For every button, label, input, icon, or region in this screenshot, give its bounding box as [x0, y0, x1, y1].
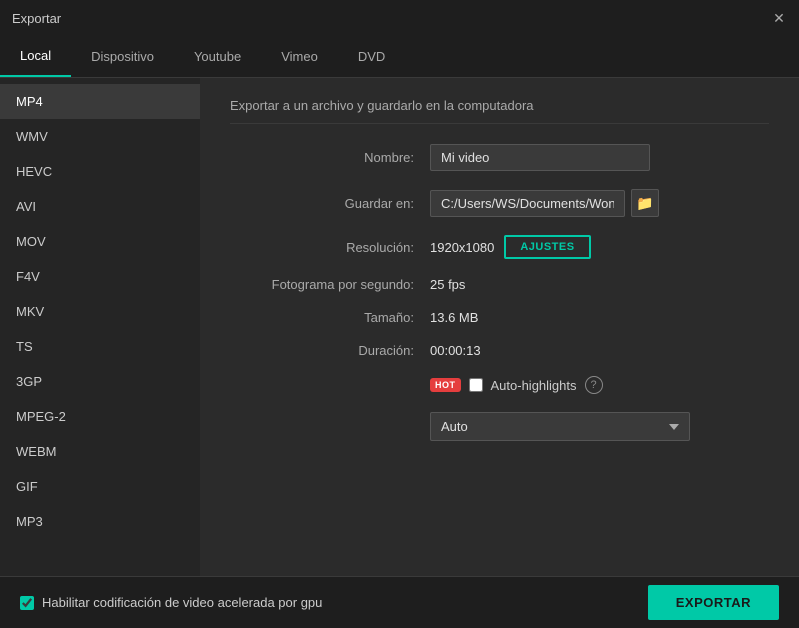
export-button[interactable]: EXPORTAR [648, 585, 779, 620]
gpu-label[interactable]: Habilitar codificación de video acelerad… [42, 595, 322, 610]
sidebar-item-webm[interactable]: WEBM [0, 434, 200, 469]
tab-vimeo[interactable]: Vimeo [261, 36, 338, 77]
title-bar: Exportar ✕ [0, 0, 799, 36]
nombre-label: Nombre: [230, 150, 430, 165]
auto-highlights-row: HOT Auto-highlights ? [230, 376, 769, 394]
fotograma-value: 25 fps [430, 277, 465, 292]
folder-browse-button[interactable]: 📁 [631, 189, 659, 217]
sidebar-item-mkv[interactable]: MKV [0, 294, 200, 329]
sidebar-item-wmv[interactable]: WMV [0, 119, 200, 154]
auto-highlights-label[interactable]: Auto-highlights [491, 378, 577, 393]
auto-highlights-checkbox[interactable] [469, 378, 483, 392]
duracion-label: Duración: [230, 343, 430, 358]
content-area: MP4 WMV HEVC AVI MOV F4V MKV TS [0, 78, 799, 576]
sidebar-item-3gp[interactable]: 3GP [0, 364, 200, 399]
nombre-row: Nombre: [230, 144, 769, 171]
dropdown-container: Auto 1080p 720p 480p 360p [430, 412, 690, 441]
tamano-value: 13.6 MB [430, 310, 478, 325]
fotograma-row: Fotograma por segundo: 25 fps [230, 277, 769, 292]
guardar-label: Guardar en: [230, 196, 430, 211]
tab-youtube[interactable]: Youtube [174, 36, 261, 77]
dropdown-row: Auto 1080p 720p 480p 360p [230, 412, 769, 441]
close-button[interactable]: ✕ [771, 10, 787, 26]
sidebar-item-mpeg2[interactable]: MPEG-2 [0, 399, 200, 434]
sidebar-item-hevc[interactable]: HEVC [0, 154, 200, 189]
sidebar-item-ts[interactable]: TS [0, 329, 200, 364]
resolution-row: 1920x1080 AJUSTES [430, 235, 591, 259]
tamano-label: Tamaño: [230, 310, 430, 325]
sidebar-item-avi[interactable]: AVI [0, 189, 200, 224]
fotograma-label: Fotograma por segundo: [230, 277, 430, 292]
tab-bar: Local Dispositivo Youtube Vimeo DVD [0, 36, 799, 78]
main-panel: Exportar a un archivo y guardarlo en la … [200, 78, 799, 576]
tamano-row: Tamaño: 13.6 MB [230, 310, 769, 325]
duracion-value: 00:00:13 [430, 343, 481, 358]
bottom-bar: Habilitar codificación de video acelerad… [0, 576, 799, 628]
sidebar-item-gif[interactable]: GIF [0, 469, 200, 504]
folder-icon: 📁 [636, 195, 653, 212]
export-window: Exportar ✕ Local Dispositivo Youtube Vim… [0, 0, 799, 628]
hot-badge: HOT [430, 378, 461, 392]
sidebar: MP4 WMV HEVC AVI MOV F4V MKV TS [0, 78, 200, 576]
resolution-value: 1920x1080 [430, 240, 494, 255]
tab-dvd[interactable]: DVD [338, 36, 405, 77]
sidebar-item-mp3[interactable]: MP3 [0, 504, 200, 539]
path-input[interactable] [430, 190, 625, 217]
guardar-row: Guardar en: 📁 [230, 189, 769, 217]
gpu-row: Habilitar codificación de video acelerad… [20, 595, 322, 610]
path-row: 📁 [430, 189, 659, 217]
ajustes-button[interactable]: AJUSTES [504, 235, 590, 259]
resolucion-label: Resolución: [230, 240, 430, 255]
gpu-checkbox[interactable] [20, 596, 34, 610]
sidebar-item-mp4[interactable]: MP4 [0, 84, 200, 119]
quality-dropdown[interactable]: Auto 1080p 720p 480p 360p [430, 412, 690, 441]
auto-highlights-controls: HOT Auto-highlights ? [430, 376, 603, 394]
nombre-input[interactable] [430, 144, 650, 171]
duracion-row: Duración: 00:00:13 [230, 343, 769, 358]
sidebar-item-f4v[interactable]: F4V [0, 259, 200, 294]
panel-description: Exportar a un archivo y guardarlo en la … [230, 98, 769, 124]
help-icon[interactable]: ? [585, 376, 603, 394]
tab-local[interactable]: Local [0, 36, 71, 77]
tab-dispositivo[interactable]: Dispositivo [71, 36, 174, 77]
resolucion-row: Resolución: 1920x1080 AJUSTES [230, 235, 769, 259]
window-title: Exportar [12, 11, 61, 26]
sidebar-item-mov[interactable]: MOV [0, 224, 200, 259]
